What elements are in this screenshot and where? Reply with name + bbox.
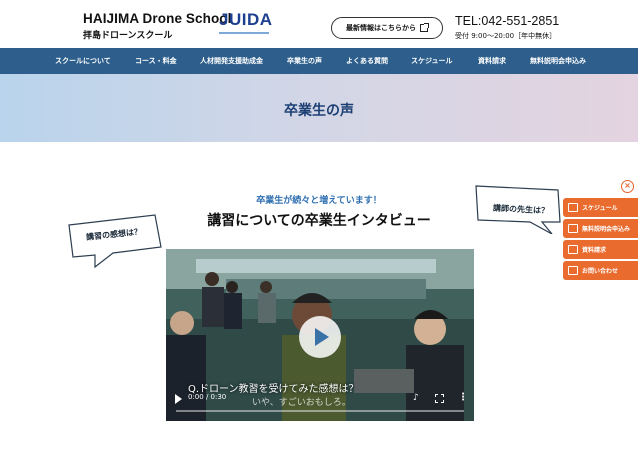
fullscreen-icon[interactable] (435, 394, 444, 403)
play-icon (315, 328, 329, 346)
site-header: HAIJIMA Drone School 拝島ドローンスクール JUIDA 最新… (0, 0, 638, 48)
side-button-schedule-label: スケジュール (582, 205, 618, 212)
phone-number[interactable]: TEL:042-551-2851 (455, 14, 559, 28)
juida-logo-underline (219, 32, 269, 34)
nav-item-testimonials[interactable]: 卒業生の声 (287, 48, 322, 74)
site-logo-title[interactable]: HAIJIMA Drone School (83, 11, 232, 26)
side-button-contact-label: お問い合わせ (582, 268, 619, 275)
calendar-icon (568, 203, 578, 212)
nav-item-brochure[interactable]: 資料請求 (478, 48, 506, 74)
side-button-brochure-label: 資料請求 (582, 247, 607, 254)
external-link-icon (420, 23, 429, 32)
side-button-schedule[interactable]: スケジュール (563, 198, 638, 217)
more-options-icon[interactable]: ⋮ (458, 392, 468, 403)
video-play-control-icon[interactable] (175, 394, 182, 404)
site-logo-subtitle[interactable]: 拝島ドローンスクール (83, 28, 172, 41)
video-play-button[interactable] (299, 316, 341, 358)
side-widget-close-button[interactable]: × (621, 180, 634, 193)
document-icon (568, 245, 578, 254)
latest-news-button[interactable]: 最新情報はこちらから (331, 17, 443, 39)
video-controls: 0:00 / 0:30 ♪ ⋮ (166, 389, 474, 409)
briefcase-icon (568, 224, 578, 233)
side-button-contact[interactable]: お問い合わせ (563, 261, 638, 280)
nav-item-schedule[interactable]: スケジュール (411, 48, 453, 74)
juida-logo-text: JUIDA (219, 10, 273, 29)
page-title: 卒業生の声 (284, 103, 354, 119)
nav-item-seminar[interactable]: 無料説明会申込み (530, 48, 586, 74)
business-hours: 受付 9:00〜20:00［年中無休］ (455, 32, 557, 40)
speech-bubble-left (68, 214, 162, 269)
nav-item-faq[interactable]: よくある質問 (346, 48, 388, 74)
side-button-seminar-label: 無料説明会申込み (582, 226, 631, 233)
video-progress-bar[interactable] (176, 410, 464, 412)
nav-item-about[interactable]: スクールについて (55, 48, 111, 74)
side-button-brochure[interactable]: 資料請求 (563, 240, 638, 259)
juida-logo: JUIDA (219, 10, 273, 36)
page-hero: 卒業生の声 (0, 74, 638, 142)
main-nav: スクールについて コース・料金 人材開発支援助成金 卒業生の声 よくある質問 ス… (0, 48, 638, 74)
nav-item-courses[interactable]: コース・料金 (135, 48, 177, 74)
side-button-seminar[interactable]: 無料説明会申込み (563, 219, 638, 238)
latest-news-label: 最新情報はこちらから (346, 24, 416, 32)
nav-item-subsidy[interactable]: 人材開発支援助成金 (200, 48, 263, 74)
mail-icon (568, 266, 578, 275)
volume-icon[interactable]: ♪ (413, 393, 419, 403)
video-time: 0:00 / 0:30 (188, 393, 227, 401)
